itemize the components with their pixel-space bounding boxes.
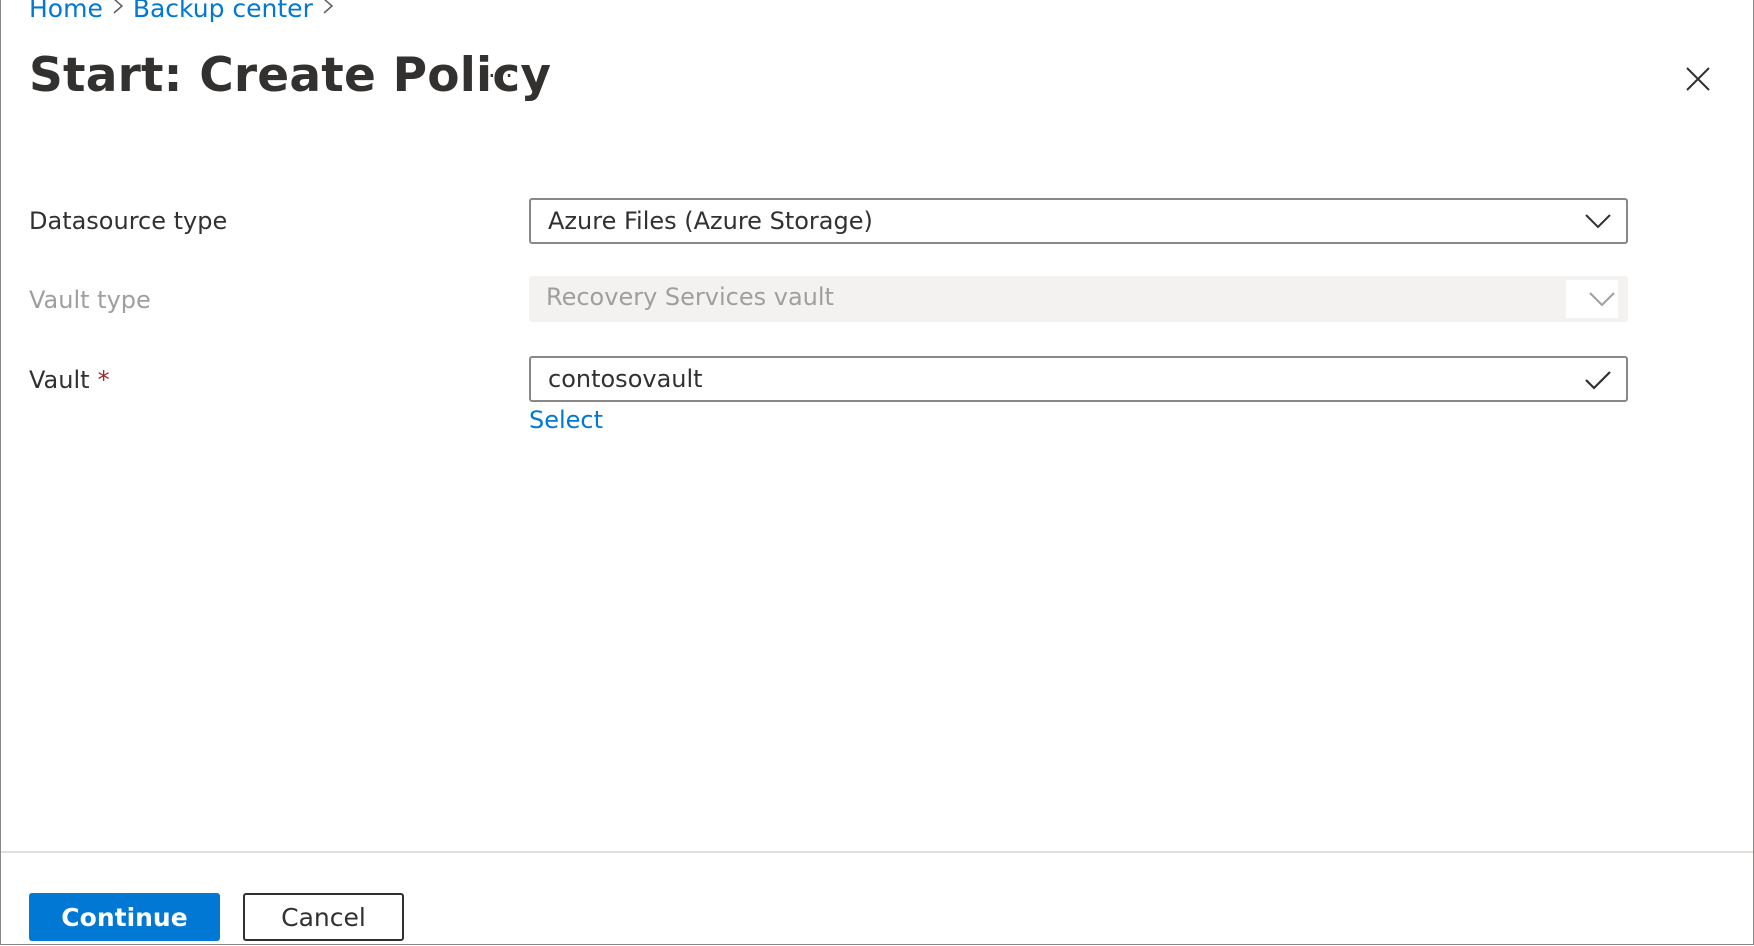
datasource-type-value: Azure Files (Azure Storage) <box>548 207 873 235</box>
datasource-type-label: Datasource type <box>29 207 228 235</box>
vault-type-value: Recovery Services vault <box>546 283 834 311</box>
checkmark-icon <box>1585 371 1611 390</box>
breadcrumb-backup-center[interactable]: Backup center <box>133 0 313 23</box>
cancel-button[interactable]: Cancel <box>243 893 404 941</box>
chevron-down-icon <box>1589 292 1615 307</box>
datasource-type-dropdown[interactable]: Azure Files (Azure Storage) <box>529 198 1628 244</box>
chevron-right-icon <box>103 0 133 22</box>
chevron-down-icon <box>1585 214 1611 229</box>
vault-value: contosovault <box>548 365 703 393</box>
vault-label-text: Vault <box>29 366 90 394</box>
breadcrumb-home[interactable]: Home <box>29 0 103 23</box>
blade-frame <box>0 0 1754 945</box>
chevron-right-icon <box>313 0 343 22</box>
vault-type-dropdown: Recovery Services vault <box>529 276 1628 322</box>
vault-type-label: Vault type <box>29 286 151 314</box>
vault-field[interactable]: contosovault <box>529 356 1628 402</box>
select-vault-link[interactable]: Select <box>529 406 603 434</box>
continue-button[interactable]: Continue <box>29 893 220 941</box>
more-options-button[interactable]: ··· <box>488 62 514 90</box>
footer-divider <box>1 851 1753 853</box>
close-icon[interactable] <box>1683 64 1713 94</box>
required-marker: * <box>97 366 110 394</box>
vault-label: Vault * <box>29 366 110 394</box>
page-title: Start: Create Policy <box>29 48 552 103</box>
breadcrumb: Home Backup center <box>29 0 343 23</box>
